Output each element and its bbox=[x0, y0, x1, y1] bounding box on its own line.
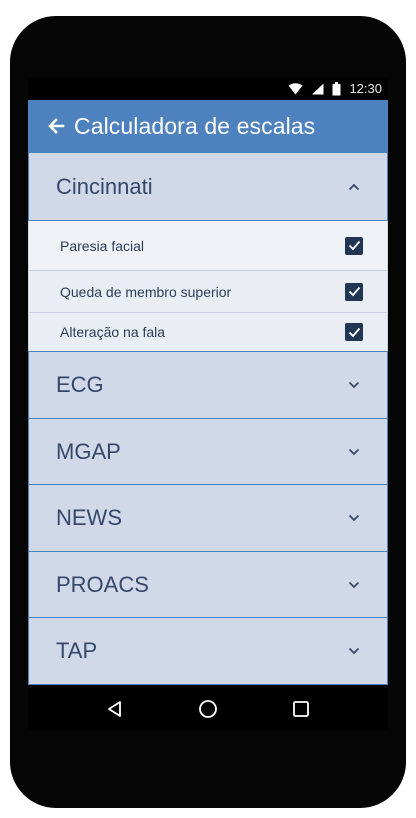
section-mgap[interactable]: MGAP bbox=[28, 417, 388, 486]
home-circle-icon[interactable] bbox=[197, 698, 219, 720]
checkmark-icon bbox=[348, 327, 360, 337]
list-item[interactable]: Queda de membro superior bbox=[29, 271, 387, 313]
chevron-down-icon[interactable] bbox=[347, 378, 361, 392]
section-news[interactable]: NEWS bbox=[28, 484, 388, 552]
checkbox-alteracao-fala[interactable] bbox=[345, 323, 363, 341]
section-label: Cincinnati bbox=[56, 173, 153, 199]
section-label: MGAP bbox=[56, 438, 121, 464]
section-proacs[interactable]: PROACS bbox=[28, 550, 388, 619]
signal-icon bbox=[311, 83, 324, 95]
section-label: ECG bbox=[56, 372, 104, 397]
app-title: Calculadora de escalas bbox=[74, 112, 316, 139]
navigation-bar bbox=[28, 688, 388, 730]
chevron-down-icon[interactable] bbox=[347, 578, 361, 592]
chevron-down-icon[interactable] bbox=[347, 511, 361, 525]
status-time: 12:30 bbox=[349, 81, 382, 96]
item-label: Paresia facial bbox=[60, 237, 145, 254]
item-label: Queda de membro superior bbox=[60, 283, 232, 300]
scale-list: Cincinnati Paresia facial Queda de membr… bbox=[28, 152, 388, 685]
recents-square-icon[interactable] bbox=[290, 698, 312, 720]
chevron-down-icon[interactable] bbox=[347, 445, 361, 459]
checkmark-icon bbox=[348, 240, 360, 251]
checkbox-paresia-facial[interactable] bbox=[345, 236, 363, 255]
section-ecg[interactable]: ECG bbox=[28, 351, 388, 419]
chevron-down-icon[interactable] bbox=[347, 644, 361, 658]
section-label: NEWS bbox=[56, 505, 122, 530]
app-bar: Calculadora de escalas bbox=[28, 100, 388, 152]
section-label: TAP bbox=[56, 638, 98, 663]
section-label: PROACS bbox=[56, 571, 149, 597]
item-label: Alteração na fala bbox=[60, 324, 166, 340]
battery-icon bbox=[332, 82, 341, 96]
section-cincinnati[interactable]: Cincinnati bbox=[28, 152, 388, 221]
wifi-icon bbox=[288, 83, 303, 95]
list-item[interactable]: Alteração na fala bbox=[29, 313, 387, 351]
list-item[interactable]: Paresia facial bbox=[29, 221, 387, 271]
checkmark-icon bbox=[348, 286, 360, 297]
status-bar: 12:30 bbox=[28, 78, 388, 100]
cincinnati-items: Paresia facial Queda de membro superior … bbox=[28, 221, 388, 351]
chevron-up-icon[interactable] bbox=[347, 180, 361, 194]
section-tap[interactable]: TAP bbox=[28, 617, 388, 685]
checkbox-queda-membro[interactable] bbox=[345, 282, 363, 301]
back-triangle-icon[interactable] bbox=[104, 698, 126, 720]
arrow-left-icon[interactable] bbox=[44, 114, 68, 138]
